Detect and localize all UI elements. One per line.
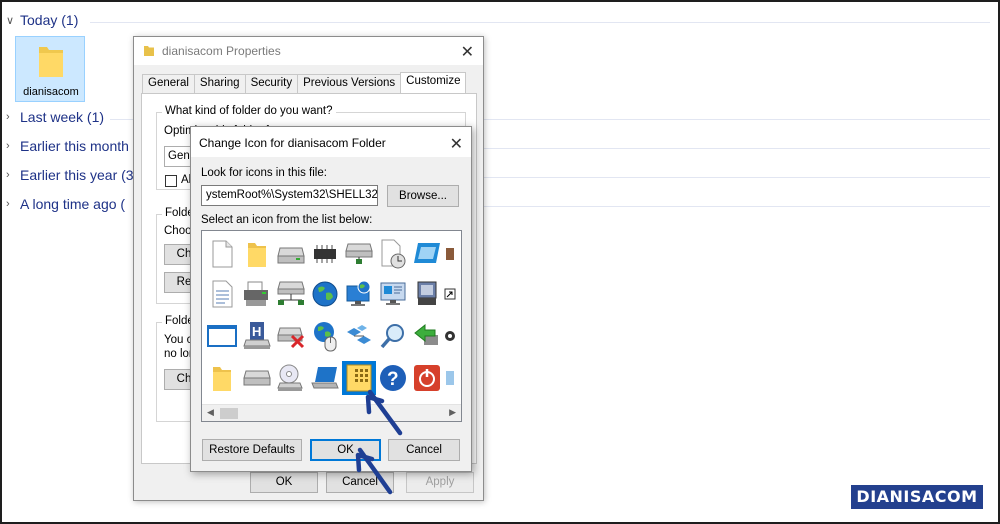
- printer-icon[interactable]: [240, 277, 274, 311]
- icon-list-scrollbar[interactable]: ◀ ▶: [202, 404, 461, 421]
- chip-icon[interactable]: [308, 237, 342, 271]
- properties-ok-button[interactable]: OK: [250, 472, 318, 493]
- group-divider: [484, 148, 990, 149]
- power-icon[interactable]: [410, 361, 444, 395]
- tab-general[interactable]: General: [142, 74, 195, 93]
- globe-mouse-icon[interactable]: [308, 319, 342, 353]
- computer-icon[interactable]: [410, 277, 444, 311]
- close-icon[interactable]: ✕: [461, 42, 474, 62]
- group-label: Earlier this month: [20, 138, 129, 154]
- network-blocks-icon[interactable]: [342, 319, 376, 353]
- chevron-down-icon[interactable]: ∨: [6, 14, 20, 27]
- folder-icon[interactable]: [205, 361, 239, 395]
- what-kind-label: What kind of folder do you want?: [162, 105, 336, 117]
- search-icon[interactable]: [376, 319, 410, 353]
- look-for-label: Look for icons in this file:: [201, 167, 327, 179]
- clock-file-icon[interactable]: [376, 237, 410, 271]
- group-divider: [484, 206, 990, 207]
- network-drive-icon[interactable]: [342, 237, 376, 271]
- group-today[interactable]: ∨ Today (1): [6, 12, 78, 28]
- partial-icon[interactable]: [444, 319, 461, 353]
- folder-icon[interactable]: [240, 237, 274, 271]
- chevron-right-icon[interactable]: ›: [6, 198, 20, 210]
- scroll-left-icon[interactable]: ◀: [207, 407, 214, 418]
- tab-sharing[interactable]: Sharing: [193, 74, 246, 93]
- browse-button[interactable]: Browse...: [387, 185, 459, 207]
- folder-icon: [144, 46, 154, 56]
- svg-text:H: H: [252, 324, 261, 339]
- document-icon[interactable]: [205, 277, 239, 311]
- scrollbar-thumb[interactable]: [220, 408, 238, 419]
- folder-icons-text: You c: [164, 334, 193, 346]
- partial-icon[interactable]: [444, 237, 461, 271]
- restore-defaults-button[interactable]: Restore Defaults: [202, 439, 302, 461]
- globe-icon[interactable]: [308, 277, 342, 311]
- group-label: A long time ago (: [20, 196, 126, 212]
- properties-tabs: General Sharing Security Previous Versio…: [142, 72, 467, 93]
- help-icon[interactable]: ?: [376, 361, 410, 395]
- icon-list[interactable]: H ? ◀ ▶: [201, 230, 462, 422]
- chevron-right-icon[interactable]: ›: [6, 111, 20, 123]
- group-divider: [90, 22, 990, 23]
- select-icon-label: Select an icon from the list below:: [201, 214, 373, 226]
- watermark-logo: DIANISACOM: [851, 485, 983, 509]
- window-frame-icon[interactable]: [205, 319, 239, 353]
- properties-titlebar[interactable]: dianisacom Properties ✕: [134, 37, 483, 65]
- partial-icon[interactable]: [444, 361, 461, 395]
- properties-cancel-button[interactable]: Cancel: [326, 472, 394, 493]
- error-drive-icon[interactable]: [274, 319, 308, 353]
- group-label: Today (1): [20, 12, 79, 28]
- drive-small-icon[interactable]: [240, 361, 274, 395]
- chevron-right-icon[interactable]: ›: [6, 169, 20, 181]
- grid-folder-icon[interactable]: [342, 361, 376, 395]
- tab-security[interactable]: Security: [244, 74, 299, 93]
- group-earlier-year[interactable]: › Earlier this year (3: [6, 167, 134, 183]
- group-divider: [484, 177, 990, 178]
- chevron-right-icon[interactable]: ›: [6, 140, 20, 152]
- properties-apply-button[interactable]: Apply: [406, 472, 474, 493]
- tab-previous-versions[interactable]: Previous Versions: [297, 74, 402, 93]
- monitor-globe-icon[interactable]: [342, 277, 376, 311]
- group-earlier-month[interactable]: › Earlier this month: [6, 138, 129, 154]
- network-icon[interactable]: [274, 277, 308, 311]
- change-icon-dialog: Change Icon for dianisacom Folder ✕ Look…: [190, 126, 472, 472]
- also-apply-checkbox[interactable]: [165, 175, 177, 187]
- tab-customize[interactable]: Customize: [400, 72, 467, 93]
- cd-icon[interactable]: [274, 361, 308, 395]
- folder-tile[interactable]: dianisacom: [15, 36, 85, 102]
- display-icon[interactable]: [376, 277, 410, 311]
- properties-title: dianisacom Properties: [162, 44, 281, 58]
- recycle-arrow-icon[interactable]: [410, 319, 444, 353]
- folder-name: dianisacom: [23, 86, 79, 98]
- svg-text:?: ?: [387, 369, 399, 390]
- change-icon-titlebar[interactable]: Change Icon for dianisacom Folder ✕: [191, 127, 471, 157]
- group-long-time-ago[interactable]: › A long time ago (: [6, 196, 125, 212]
- window-icon[interactable]: [410, 237, 444, 271]
- ok-button[interactable]: OK: [310, 439, 381, 461]
- laptop-icon[interactable]: [308, 361, 342, 395]
- icon-file-path-input[interactable]: ystemRoot%\System32\SHELL32.dll: [201, 185, 378, 206]
- change-icon-title: Change Icon for dianisacom Folder: [199, 136, 386, 150]
- close-icon[interactable]: ✕: [450, 134, 463, 154]
- cancel-button[interactable]: Cancel: [388, 439, 460, 461]
- scroll-right-icon[interactable]: ▶: [449, 407, 456, 418]
- folder-icon: [39, 47, 63, 77]
- group-last-week[interactable]: › Last week (1): [6, 109, 104, 125]
- group-label: Last week (1): [20, 109, 105, 125]
- group-label: Earlier this year (3: [20, 167, 134, 183]
- drive-icon[interactable]: [274, 237, 308, 271]
- floppy-icon[interactable]: H: [240, 319, 274, 353]
- shortcut-icon[interactable]: [444, 277, 461, 311]
- blank-file-icon[interactable]: [205, 237, 239, 271]
